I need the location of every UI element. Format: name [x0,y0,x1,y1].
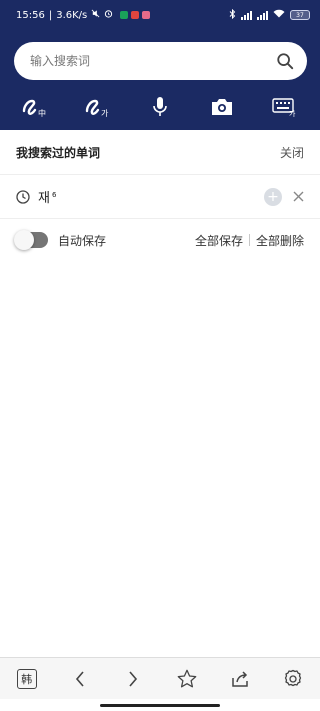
input-tools: 中 가 가 [0,94,320,120]
settings-button[interactable] [275,661,311,697]
close-history-button[interactable]: 关闭 [280,144,304,161]
forward-arrow-icon [129,670,138,687]
search-history-panel: 我搜索过的单词 关闭 재6 + 自动保存 全部保存 全部删除 [0,130,320,261]
alarm-icon [104,9,113,21]
autosave-toggle[interactable] [14,230,48,250]
battery-icon: 37 [290,10,310,20]
history-item[interactable]: 재6 + [0,175,320,219]
back-arrow-icon [75,670,84,687]
bottom-nav: 韩 [0,657,320,699]
svg-text:가: 가 [289,109,296,117]
signal-icon-2 [257,10,268,20]
microphone-icon [153,97,167,116]
handwriting-korean-button[interactable]: 가 [83,94,113,120]
share-icon [232,670,248,687]
network-speed: 3.6K/s [56,9,88,21]
status-bar: 15:56 | 3.6K/s 37 [0,0,320,30]
history-header: 我搜索过的单词 关闭 [0,130,320,175]
save-all-button[interactable]: 全部保存 [195,232,243,249]
divider [248,234,250,246]
search-icon[interactable] [275,51,295,71]
search-header: 中 가 가 [0,30,320,130]
app-notification-icon-red [131,11,140,19]
autosave-label: 自动保存 [58,233,107,248]
app-notification-icon-pink [142,11,151,19]
app-notification-icon-green [120,11,129,19]
handwriting-korean-icon: 가 [85,99,109,118]
korean-keyboard-button[interactable]: 가 [270,94,300,120]
camera-search-button[interactable] [207,94,237,120]
forward-button[interactable] [115,661,151,697]
handwriting-chinese-icon: 中 [22,99,46,118]
bluetooth-icon [229,8,236,22]
signal-icon-1 [241,10,252,20]
history-word[interactable]: 재6 [38,187,56,206]
share-button[interactable] [222,661,258,697]
svg-text:가: 가 [101,109,109,118]
mute-icon [91,9,100,21]
clock-icon [16,189,32,205]
close-icon[interactable] [292,191,304,203]
status-time: 15:56 [16,9,45,21]
korean-keyboard-icon: 가 [272,98,296,117]
add-to-wordbook-icon[interactable]: + [264,187,282,206]
lang-switch-button[interactable]: 韩 [9,661,45,697]
camera-icon [212,99,233,115]
svg-text:中: 中 [38,108,46,118]
lang-switch-icon: 韩 [16,668,37,689]
homograph-number: 6 [51,190,57,199]
toggle-knob [14,230,34,250]
settings-icon [285,669,302,686]
home-indicator[interactable] [100,704,220,707]
search-bar[interactable] [14,42,307,80]
history-title: 我搜索过的单词 [16,145,101,160]
star-icon [177,669,196,687]
status-left: 15:56 | 3.6K/s [16,9,151,21]
status-right: 37 [229,8,310,22]
autosave-row: 自动保存 全部保存 全部删除 [0,219,320,261]
notification-app-icons [120,11,151,19]
back-button[interactable] [62,661,98,697]
status-divider: | [48,9,53,21]
wifi-icon [273,9,285,21]
delete-all-button[interactable]: 全部删除 [256,232,304,249]
handwriting-chinese-button[interactable]: 中 [20,94,50,120]
favorite-button[interactable] [169,661,205,697]
search-input[interactable] [30,54,275,68]
voice-search-button[interactable] [145,94,175,120]
